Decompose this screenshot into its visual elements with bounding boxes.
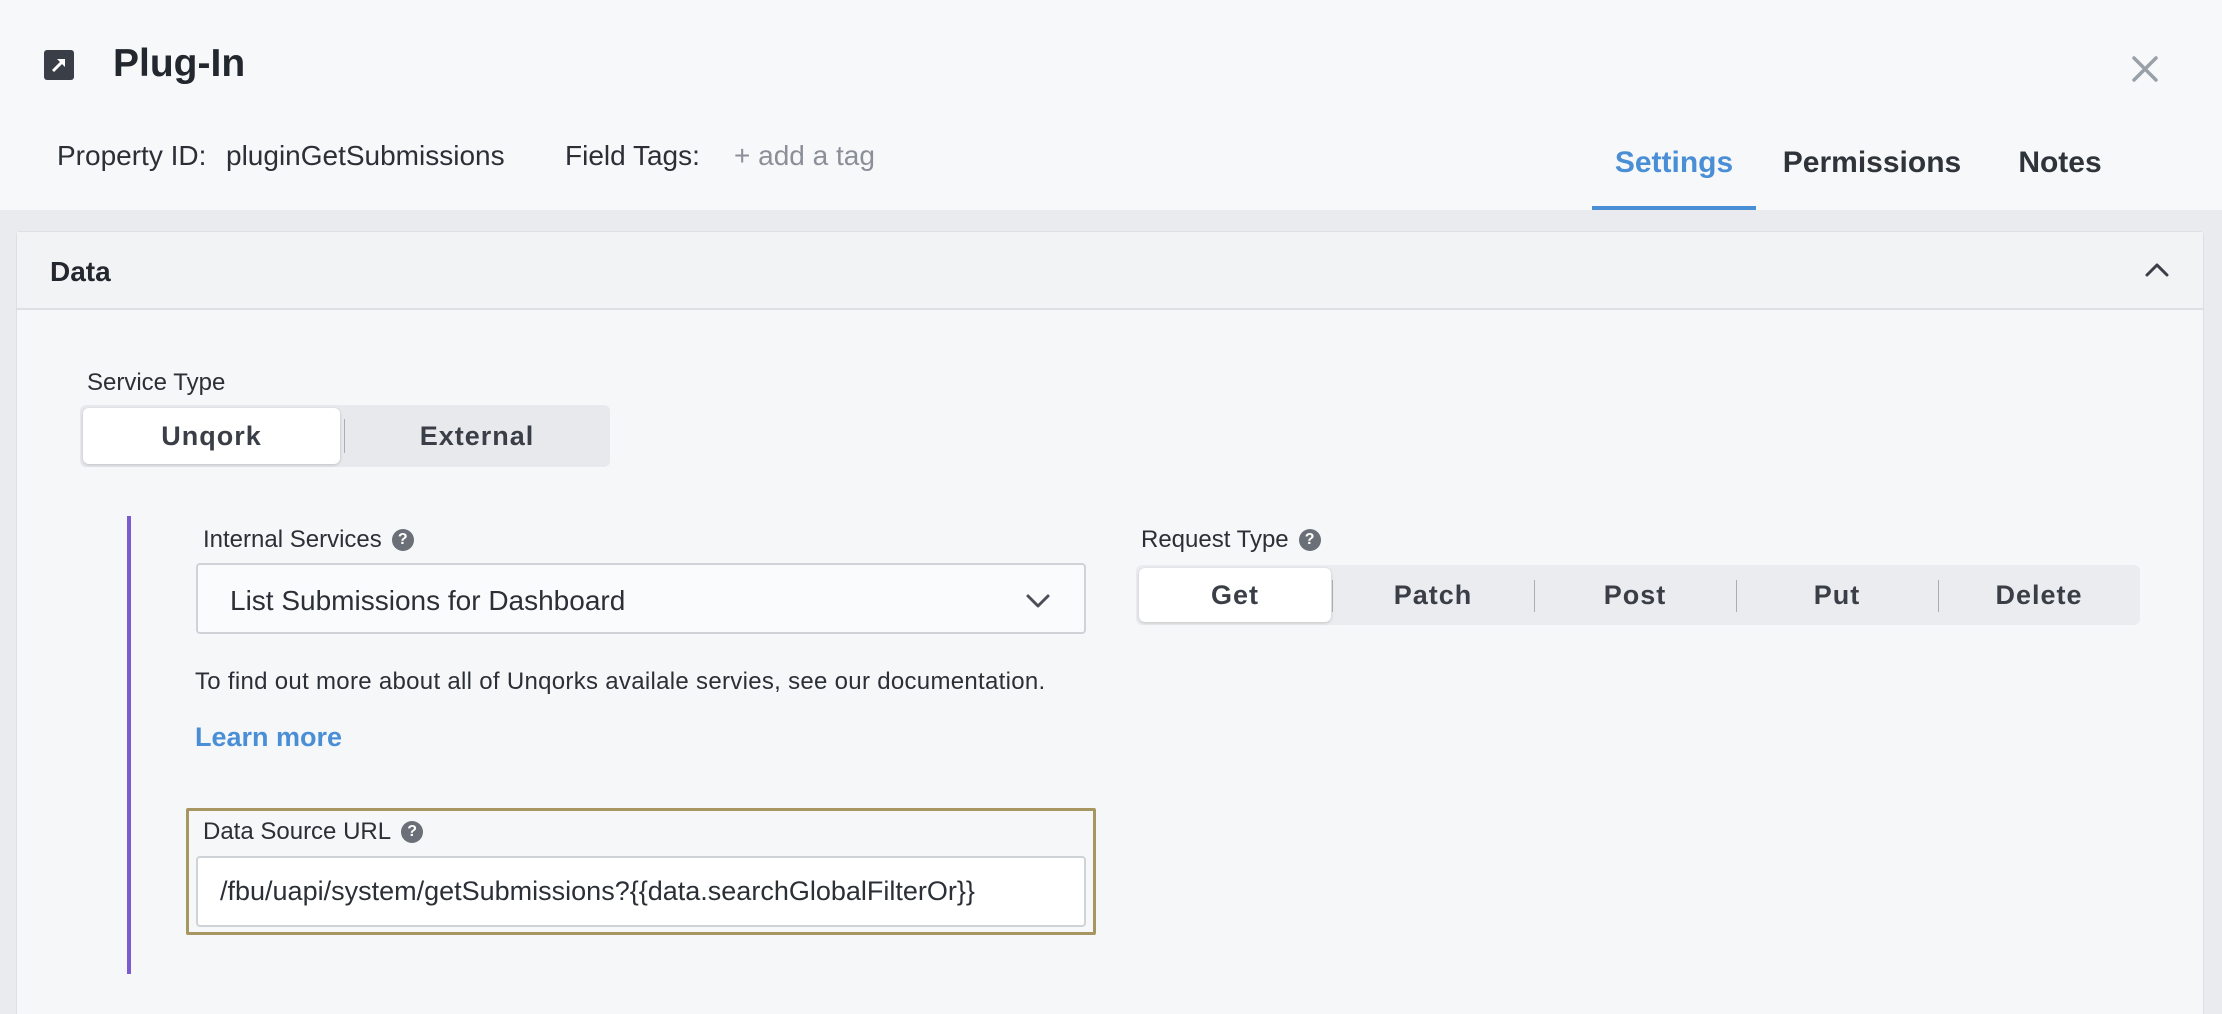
help-icon[interactable]: ? — [401, 821, 424, 843]
learn-more-link[interactable]: Learn more — [195, 722, 342, 753]
request-type-patch[interactable]: Patch — [1333, 565, 1533, 625]
external-link-icon — [44, 50, 74, 80]
service-type-label: Service Type — [87, 369, 225, 397]
service-type-unqork[interactable]: Unqork — [83, 408, 340, 464]
help-icon[interactable]: ? — [1298, 529, 1321, 551]
service-type-toggle: Unqork External — [80, 405, 610, 467]
request-type-get[interactable]: Get — [1139, 568, 1331, 622]
data-source-url-label-text: Data Source URL — [203, 818, 392, 845]
modal-title: Plug-In — [113, 42, 246, 85]
property-id-label: Property ID: — [57, 140, 207, 171]
request-type-label-text: Request Type — [1141, 526, 1289, 553]
internal-services-dropdown[interactable]: List Submissions for Dashboard — [196, 563, 1086, 634]
internal-services-value: List Submissions for Dashboard — [230, 585, 626, 616]
request-type-put[interactable]: Put — [1737, 565, 1937, 625]
property-id-value: pluginGetSubmissions — [226, 140, 505, 171]
internal-services-label-text: Internal Services — [203, 526, 382, 553]
request-type-label: Request Type ? — [1141, 526, 1321, 554]
modal-header: Plug-In Property ID: pluginGetSubmission… — [0, 0, 2222, 210]
panel-header[interactable]: Data — [17, 232, 2203, 310]
field-tags-label: Field Tags: — [565, 140, 700, 171]
request-type-post[interactable]: Post — [1535, 565, 1735, 625]
tab-permissions[interactable]: Permissions — [1774, 116, 1970, 210]
panel-title: Data — [50, 256, 111, 287]
help-icon[interactable]: ? — [391, 529, 414, 551]
data-source-url-input[interactable] — [196, 856, 1086, 927]
data-source-url-label: Data Source URL ? — [203, 818, 424, 846]
close-icon[interactable] — [2126, 50, 2164, 88]
request-type-delete[interactable]: Delete — [1939, 565, 2139, 625]
chevron-up-icon[interactable] — [2143, 256, 2171, 289]
tab-settings[interactable]: Settings — [1592, 116, 1756, 210]
section-accent-bar — [127, 516, 131, 974]
documentation-info-text: To find out more about all of Unqorks av… — [195, 668, 1046, 695]
service-type-external[interactable]: External — [346, 405, 608, 467]
request-type-toggle: Get Patch Post Put Delete — [1136, 565, 2140, 625]
segment-divider — [344, 419, 345, 453]
add-tag-link[interactable]: + add a tag — [734, 140, 875, 172]
service-type-label-text: Service Type — [87, 369, 226, 396]
chevron-down-icon — [1024, 587, 1052, 620]
internal-services-label: Internal Services ? — [203, 526, 414, 554]
tab-notes[interactable]: Notes — [1992, 116, 2128, 210]
